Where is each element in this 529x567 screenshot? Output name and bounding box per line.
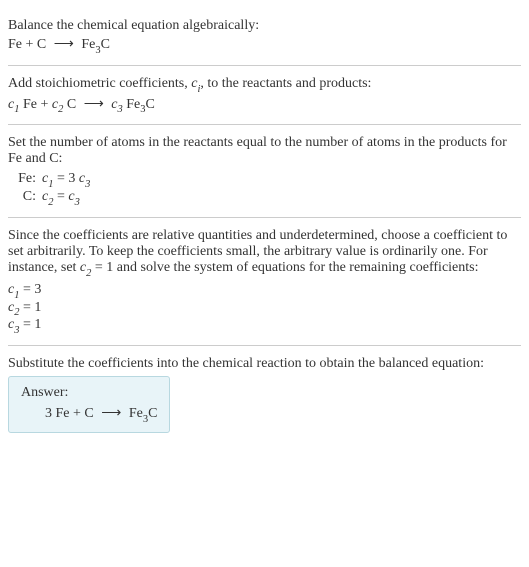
coeff-equation: c1 Fe + c2 C ⟶ c3 Fe3C bbox=[8, 96, 521, 115]
coeff-line: c2 = 1 bbox=[8, 300, 521, 318]
row-eq-fe: c1 = 3 c3 bbox=[42, 171, 90, 189]
reactant-3fe: 3 Fe bbox=[45, 406, 70, 421]
solved-coefficients: c1 = 3 c2 = 1 c3 = 1 bbox=[8, 282, 521, 335]
product-fe3c: Fe3C bbox=[81, 37, 110, 52]
section-atom-balance: Set the number of atoms in the reactants… bbox=[8, 125, 521, 218]
c2-symbol: c2 bbox=[80, 260, 91, 275]
answer-label: Answer: bbox=[21, 385, 157, 401]
c2: c2 bbox=[52, 97, 63, 112]
atom-balance-table: Fe: c1 = 3 c3 C: c2 = c3 bbox=[8, 171, 521, 207]
product-fe3c: Fe3C bbox=[129, 406, 158, 421]
coeff-line: c3 = 1 bbox=[8, 317, 521, 335]
arrow-icon: ⟶ bbox=[84, 96, 104, 113]
section-prompt: Balance the chemical equation algebraica… bbox=[8, 8, 521, 66]
unbalanced-equation: Fe + C ⟶ Fe3C bbox=[8, 36, 521, 55]
c1: c1 bbox=[8, 97, 19, 112]
row-label-fe: Fe: bbox=[8, 171, 42, 187]
reactant-c: C bbox=[37, 37, 46, 52]
reactant-fe: Fe bbox=[8, 37, 22, 52]
prompt-text: Balance the chemical equation algebraica… bbox=[8, 18, 521, 34]
row-eq-c: c2 = c3 bbox=[42, 189, 80, 207]
answer-box: Answer: 3 Fe + C ⟶ Fe3C bbox=[8, 376, 170, 433]
coeff-intro: Add stoichiometric coefficients, ci, to … bbox=[8, 76, 521, 94]
solve-intro: Since the coefficients are relative quan… bbox=[8, 228, 521, 278]
balance-intro: Set the number of atoms in the reactants… bbox=[8, 135, 521, 167]
table-row: C: c2 = c3 bbox=[8, 189, 521, 207]
section-solve: Since the coefficients are relative quan… bbox=[8, 218, 521, 346]
reactant-c: C bbox=[84, 406, 93, 421]
answer-intro: Substitute the coefficients into the che… bbox=[8, 356, 521, 372]
balanced-equation: 3 Fe + C ⟶ Fe3C bbox=[21, 405, 157, 424]
table-row: Fe: c1 = 3 c3 bbox=[8, 171, 521, 189]
arrow-icon: ⟶ bbox=[54, 36, 74, 53]
row-label-c: C: bbox=[8, 189, 42, 205]
coeff-line: c1 = 3 bbox=[8, 282, 521, 300]
section-answer: Substitute the coefficients into the che… bbox=[8, 346, 521, 443]
section-coefficients: Add stoichiometric coefficients, ci, to … bbox=[8, 66, 521, 126]
arrow-icon: ⟶ bbox=[101, 405, 121, 422]
c3: c3 bbox=[111, 97, 122, 112]
